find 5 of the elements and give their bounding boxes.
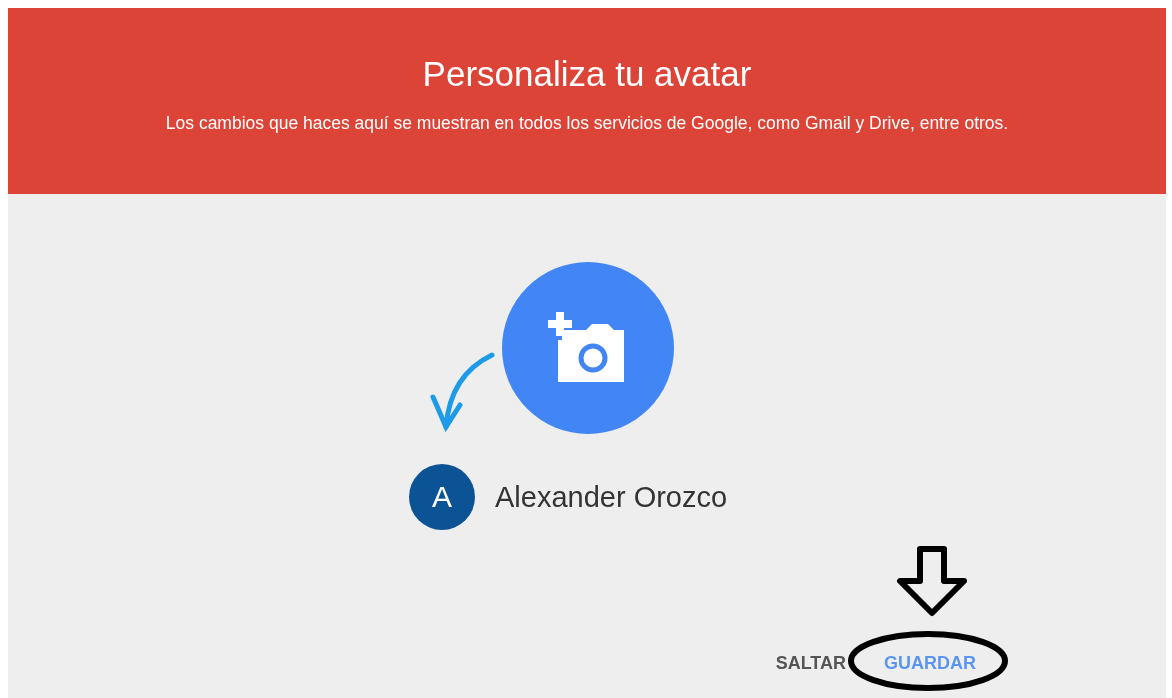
dialog-subtitle: Los cambios que haces aquí se muestran en todos los servicios de Google, como Gmail y Drive, entre otros.	[165, 112, 1009, 134]
user-name: Alexander Orozco	[495, 480, 728, 514]
avatar-initial: A	[409, 464, 475, 530]
skip-button[interactable]: SALTAR	[767, 647, 854, 680]
dialog-title: Personaliza tu avatar	[422, 54, 752, 94]
